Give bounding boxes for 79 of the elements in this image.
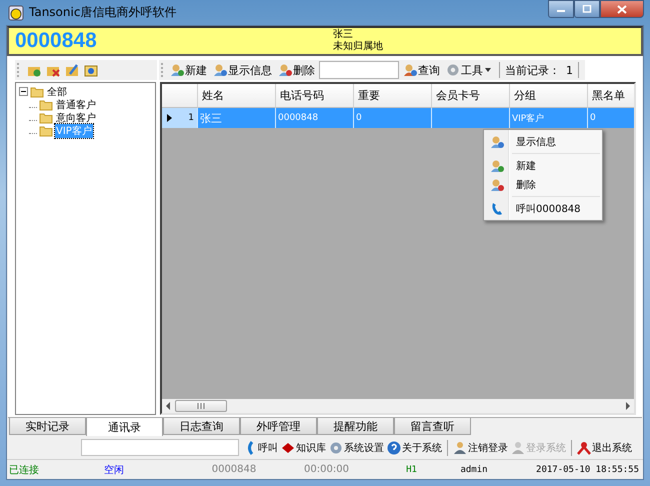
menu-item[interactable]: 显示信息 — [486, 132, 600, 151]
record-count: 1 — [566, 64, 573, 76]
status-text: 已连接 — [9, 464, 39, 476]
person-icon — [403, 63, 417, 77]
help-icon — [387, 440, 401, 454]
close-icon — [617, 4, 627, 14]
maximize-icon — [582, 5, 592, 13]
table-cell-text: VIP客户 — [512, 112, 544, 124]
caller-location: 未知归属地 — [333, 41, 383, 53]
table-cell: 0 — [590, 113, 596, 123]
settings-icon — [329, 440, 343, 454]
query-button[interactable]: 查询 — [401, 61, 442, 79]
table-row[interactable]: 1 张三 0000848 0 VIP客户 0 — [162, 108, 634, 128]
tab[interactable]: 提醒功能 — [317, 418, 394, 435]
user-icon — [453, 440, 467, 454]
tools-dropdown[interactable]: 工具 — [444, 61, 494, 79]
folder-edit-icon[interactable] — [65, 63, 79, 77]
search-field[interactable] — [319, 61, 399, 79]
tab[interactable]: 日志查询 — [163, 418, 240, 435]
close-button[interactable] — [600, 0, 644, 18]
table-cell: 0000848 — [278, 113, 318, 123]
row-number: 1 — [188, 113, 194, 123]
toolbar-button[interactable]: 关于系统 — [386, 440, 443, 454]
caret-icon — [484, 67, 492, 73]
folder-icon — [39, 112, 53, 124]
record-label: 当前记录： — [505, 62, 560, 78]
folder-icon — [30, 86, 44, 98]
status-text: H1 — [406, 465, 417, 475]
gear-icon — [446, 63, 460, 77]
tab[interactable]: 外呼管理 — [240, 418, 317, 435]
smiley-icon — [8, 4, 24, 20]
person-icon — [278, 63, 292, 77]
menu-item[interactable]: 新建 — [486, 156, 600, 175]
phone-icon — [490, 202, 504, 216]
folder-icon — [39, 124, 53, 136]
table-cell: 0 — [356, 113, 362, 123]
tree-item[interactable]: 全部 — [46, 84, 68, 98]
window-title: Tansonic唐信电商外呼软件 — [29, 4, 176, 21]
folder-info-icon[interactable] — [84, 63, 98, 77]
status-text: 2017-05-10 18:55:55 — [536, 465, 639, 475]
collapse-icon[interactable] — [19, 87, 28, 96]
scroll-right-icon[interactable] — [625, 402, 631, 410]
caller-name: 张三 — [333, 29, 354, 40]
toolbar-button[interactable]: 删除 — [276, 61, 317, 79]
tree-item[interactable]: 普通客户 — [55, 98, 97, 112]
folder-icon — [39, 98, 53, 110]
toolbar-button[interactable]: 显示信息 — [211, 61, 274, 79]
caller-number: 0000848 — [14, 29, 98, 53]
toolbar-button[interactable]: 退出系统 — [576, 440, 633, 454]
menu-item[interactable]: 呼叫0000848 — [486, 199, 600, 218]
scroll-left-icon[interactable] — [165, 402, 171, 410]
user-icon — [511, 440, 525, 454]
tab[interactable]: 留言查听 — [394, 418, 471, 435]
minimize-button[interactable] — [548, 0, 574, 18]
menu-item[interactable]: 删除 — [486, 175, 600, 194]
exit-icon — [577, 440, 591, 454]
status-text: admin — [460, 465, 488, 475]
table-cell: 张三 — [200, 110, 222, 126]
maximize-button[interactable] — [574, 0, 600, 18]
person-icon — [490, 178, 504, 192]
toolbar-button[interactable]: 新建 — [168, 61, 209, 79]
toolbar-button[interactable]: 注销登录 — [452, 440, 509, 454]
tab[interactable]: 实时记录 — [9, 418, 86, 435]
status-text: 0000848 — [212, 464, 256, 475]
toolbar-button[interactable]: 呼叫 — [244, 440, 279, 454]
person-icon — [490, 158, 504, 172]
status-text: 00:00:00 — [304, 464, 349, 475]
person-icon — [490, 134, 504, 148]
horizontal-scrollbar[interactable] — [162, 399, 634, 413]
toolbar-button[interactable]: 系统设置 — [328, 440, 385, 454]
person-icon — [213, 63, 227, 77]
current-row-icon — [167, 114, 172, 122]
person-icon — [170, 63, 184, 77]
dial-input[interactable] — [81, 439, 239, 456]
toolbar-button[interactable]: 知识库 — [280, 440, 327, 454]
tree-item[interactable]: 意向客户 — [55, 110, 97, 124]
scroll-thumb[interactable] — [175, 400, 227, 412]
tab[interactable]: 通讯录 — [86, 418, 163, 436]
status-text: 空闲 — [104, 464, 124, 476]
